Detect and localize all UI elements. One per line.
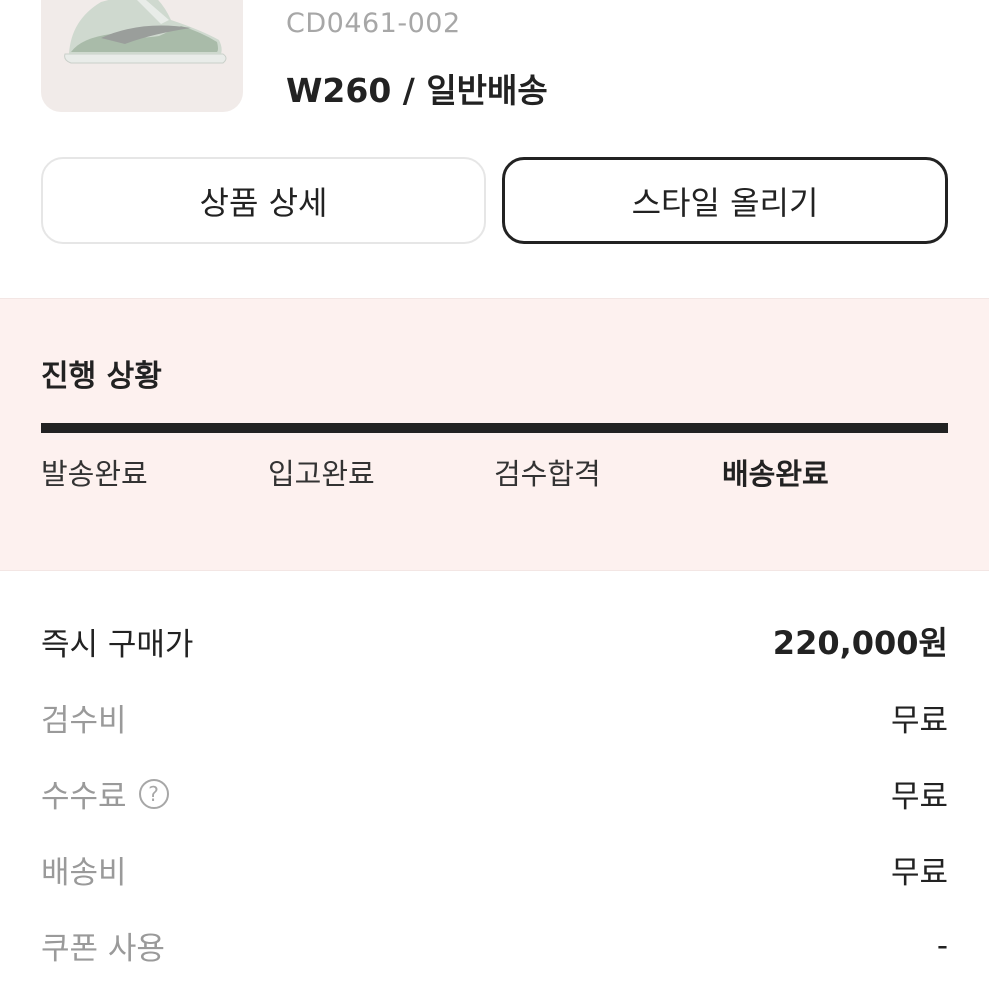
price-value: 220,000원	[772, 624, 948, 662]
price-row-inspection-fee: 검수비 무료	[41, 695, 948, 740]
price-row-commission: 수수료 ? 무료	[41, 771, 948, 816]
price-row-instant-buy: 즉시 구매가 220,000원	[41, 618, 948, 664]
product-model-number: CD0461-002	[286, 8, 461, 39]
price-value: 무료	[890, 855, 948, 891]
product-size-shipping: W260 / 일반배송	[286, 71, 548, 110]
progress-bar	[41, 423, 948, 433]
price-row-shipping-fee: 배송비 무료	[41, 847, 948, 892]
price-label: 검수비	[41, 703, 127, 739]
price-label: 즉시 구매가	[41, 626, 194, 663]
progress-title: 진행 상황	[41, 359, 162, 394]
price-label: 배송비	[41, 855, 127, 891]
price-label: 수수료	[41, 779, 127, 815]
help-icon[interactable]: ?	[138, 778, 169, 809]
price-row-coupon: 쿠폰 사용 -	[41, 923, 948, 968]
post-style-button[interactable]: 스타일 올리기	[502, 157, 948, 244]
price-value: 무료	[890, 703, 948, 739]
progress-step-shipped: 발송완료	[41, 457, 148, 491]
price-label: 쿠폰 사용	[41, 931, 165, 967]
price-value: -	[936, 927, 948, 964]
sneaker-image-icon	[64, 0, 227, 64]
progress-step-delivered: 배송완료	[722, 457, 829, 491]
product-detail-button[interactable]: 상품 상세	[41, 157, 486, 244]
progress-step-received: 입고완료	[268, 457, 375, 491]
progress-panel: 진행 상황 발송완료 입고완료 검수합격 배송완료	[0, 298, 989, 571]
progress-step-inspected: 검수합격	[494, 457, 601, 491]
product-image[interactable]	[41, 0, 243, 112]
price-value: 무료	[890, 779, 948, 815]
price-label-wrapper: 수수료 ?	[41, 771, 169, 816]
